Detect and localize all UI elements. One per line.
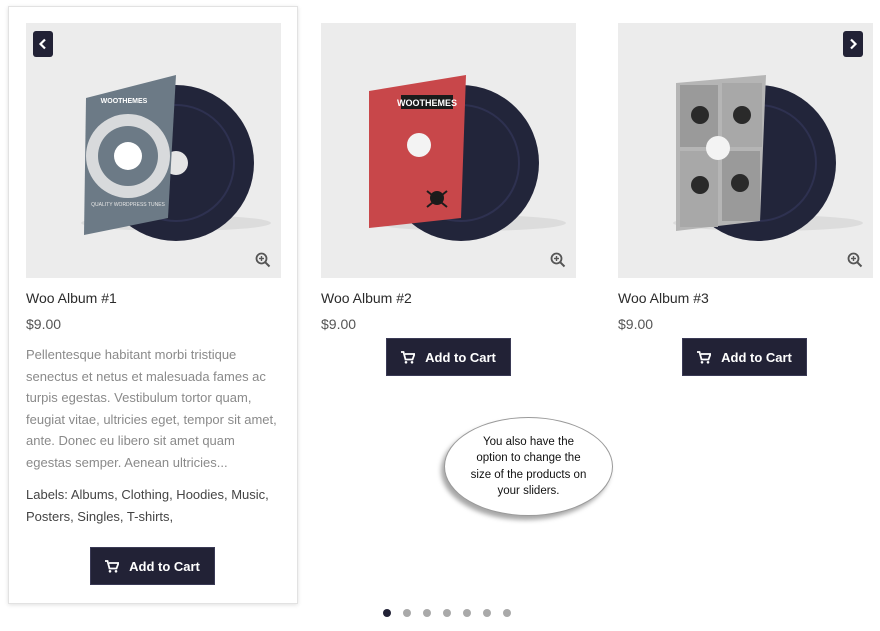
product-price: $9.00 bbox=[26, 316, 62, 332]
product-price: $9.00 bbox=[618, 316, 654, 332]
pagination-dot[interactable] bbox=[443, 609, 451, 617]
svg-text:WOOTHEMES: WOOTHEMES bbox=[101, 98, 148, 105]
slider-prev-button[interactable] bbox=[33, 31, 53, 57]
album-cover-art: WOOTHEMES bbox=[369, 75, 566, 241]
pagination-dot[interactable] bbox=[503, 609, 511, 617]
add-to-cart-label: Add to Cart bbox=[425, 349, 496, 365]
add-to-cart-button-1[interactable]: Add to Cart bbox=[90, 547, 215, 585]
add-to-cart-button-3[interactable]: Add to Cart bbox=[682, 338, 807, 376]
pagination-dot[interactable] bbox=[483, 609, 491, 617]
pagination-dot[interactable] bbox=[403, 609, 411, 617]
album-cover-art bbox=[673, 75, 863, 241]
add-to-cart-label: Add to Cart bbox=[129, 558, 200, 574]
zoom-icon[interactable] bbox=[847, 252, 863, 268]
cart-icon bbox=[401, 350, 416, 364]
chevron-right-icon bbox=[850, 38, 858, 50]
pagination-dot[interactable] bbox=[423, 609, 431, 617]
product-labels: Labels: Albums, Clothing, Hoodies, Music… bbox=[26, 487, 269, 524]
callout-text: You also have the option to change the s… bbox=[470, 435, 587, 498]
zoom-icon[interactable] bbox=[550, 252, 566, 268]
product-item-2: WOOTHEMES Woo Album #2 $9.00 bbox=[321, 23, 576, 334]
product-price: $9.00 bbox=[321, 316, 357, 332]
slider-next-button[interactable] bbox=[843, 31, 863, 57]
product-item-1: WOOTHEMES QUALITY WORDPRESS TUNES Woo Al… bbox=[26, 23, 281, 527]
album-cover-art: WOOTHEMES QUALITY WORDPRESS TUNES bbox=[81, 75, 271, 241]
product-image-3[interactable] bbox=[618, 23, 873, 278]
chevron-left-icon bbox=[38, 38, 46, 50]
svg-text:WOOTHEMES: WOOTHEMES bbox=[397, 98, 457, 108]
product-item-3: Woo Album #3 $9.00 bbox=[618, 23, 873, 334]
product-image-1[interactable]: WOOTHEMES QUALITY WORDPRESS TUNES bbox=[26, 23, 281, 278]
callout-bubble: You also have the option to change the s… bbox=[444, 417, 613, 516]
slider-pagination bbox=[383, 609, 511, 617]
product-image-2[interactable]: WOOTHEMES bbox=[321, 23, 576, 278]
product-title[interactable]: Woo Album #3 bbox=[618, 290, 873, 308]
pagination-dot[interactable] bbox=[383, 609, 391, 617]
svg-text:QUALITY WORDPRESS TUNES: QUALITY WORDPRESS TUNES bbox=[91, 202, 165, 208]
product-title[interactable]: Woo Album #2 bbox=[321, 290, 576, 308]
pagination-dot[interactable] bbox=[463, 609, 471, 617]
zoom-icon[interactable] bbox=[255, 252, 271, 268]
product-title[interactable]: Woo Album #1 bbox=[26, 290, 281, 308]
add-to-cart-button-2[interactable]: Add to Cart bbox=[386, 338, 511, 376]
cart-icon bbox=[105, 559, 120, 573]
add-to-cart-label: Add to Cart bbox=[721, 349, 792, 365]
cart-icon bbox=[697, 350, 712, 364]
product-description: Pellentesque habitant morbi tristique se… bbox=[26, 347, 277, 470]
